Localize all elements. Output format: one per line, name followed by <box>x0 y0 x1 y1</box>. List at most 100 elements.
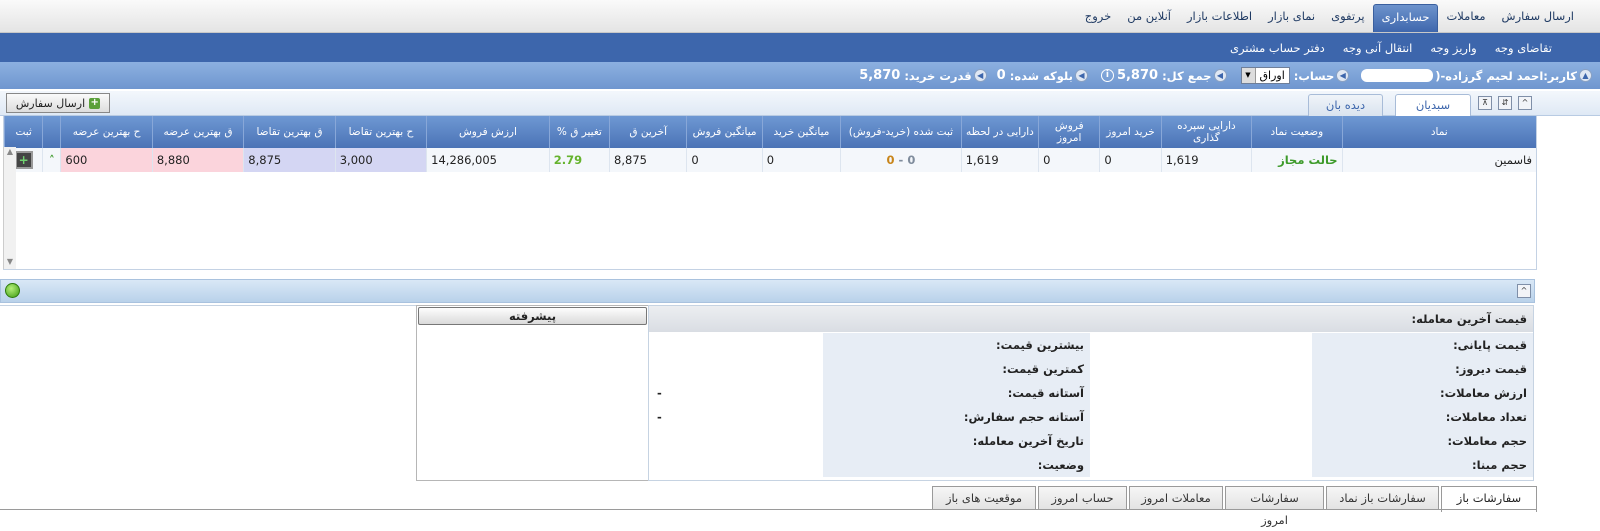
cell-sell-today: 0 <box>1038 148 1100 172</box>
table-row[interactable]: فاسمین حالت مجاز 1,619 0 0 1,619 0 - 0 0… <box>3 148 1536 172</box>
cell-buy-today: 0 <box>1099 148 1162 172</box>
menu-portfolio[interactable]: پرتفوی <box>1323 4 1373 32</box>
col-header[interactable]: خرید امروز <box>1099 116 1162 148</box>
col-header[interactable]: ق بهترین تقاضا <box>243 116 336 148</box>
account-select-value: اوراق <box>1259 69 1285 82</box>
yesterday-price-value <box>1090 357 1312 381</box>
send-order-button[interactable]: + ارسال سفارش <box>6 93 110 113</box>
menu-exit[interactable]: خروج <box>1077 4 1119 32</box>
collapse-icon[interactable]: ▲ <box>1579 69 1592 82</box>
last-trade-date-value <box>648 429 823 453</box>
cell-best-ask-price[interactable]: 8,880 <box>151 148 244 172</box>
detail-row: قیمت پایانی: بیشترین قیمت: <box>648 332 1533 357</box>
col-header[interactable]: میانگین خرید <box>761 116 841 148</box>
trade-count-label: تعداد معاملات: <box>1311 405 1533 429</box>
status-value <box>648 453 823 477</box>
col-header[interactable]: فروش امروز <box>1038 116 1100 148</box>
move-top-icon[interactable]: ⊼ <box>1478 96 1492 110</box>
col-header[interactable]: دارایی سپرده گذاری <box>1160 116 1252 148</box>
arrow-icon: ◀ <box>973 69 987 82</box>
menu-market-view[interactable]: نمای بازار <box>1260 4 1323 32</box>
tab-today-account[interactable]: حساب امروز <box>1038 486 1127 510</box>
scroll-up-icon[interactable]: ▲ <box>4 147 16 157</box>
max-price-value <box>648 333 823 357</box>
base-volume-label: حجم مبنا: <box>1311 453 1533 477</box>
empty-panel <box>0 305 416 481</box>
tab-open-positions[interactable]: موقعیت های باز <box>932 486 1036 510</box>
cell-deposit-assets: 1,619 <box>1160 148 1252 172</box>
detail-row: ارزش معاملات: آستانه قیمت: - <box>648 380 1533 405</box>
cell-best-bid-price[interactable]: 8,875 <box>243 148 336 172</box>
submenu-withdraw-request[interactable]: تقاضای وجه <box>1495 41 1552 55</box>
tab-symbol-open-orders[interactable]: سفارشات باز نماد <box>1326 486 1439 510</box>
sub-menu: تقاضای وجه واریز وجه انتقال آنی وجه دفتر… <box>0 33 1600 62</box>
user-name: احمد لحیم گرزاده-( <box>1435 68 1544 83</box>
main-menu: ارسال سفارش معاملات حسابداری پرتفوی نمای… <box>0 0 1600 33</box>
tab-basket[interactable]: سبدیان <box>1395 94 1471 117</box>
col-header[interactable]: ح بهترین تقاضا <box>334 116 427 148</box>
submenu-customer-ledger[interactable]: دفتر حساب مشتری <box>1230 41 1325 55</box>
status-label: وضعیت: <box>822 453 1090 477</box>
account-label: حساب: <box>1293 68 1335 83</box>
grid-scrollbar[interactable]: ▲ ▼ <box>3 147 16 269</box>
base-volume-value <box>1090 453 1312 477</box>
trade-volume-label: حجم معاملات: <box>1311 429 1533 453</box>
cell-change-pct: 2.79 <box>548 148 610 172</box>
min-price-label: کمترین قیمت: <box>822 357 1090 381</box>
registered-sep: - <box>898 153 904 167</box>
info-icon[interactable]: i <box>1100 69 1114 82</box>
redacted-name <box>1361 69 1434 82</box>
send-order-label: ارسال سفارش <box>15 96 86 110</box>
col-header[interactable]: آخرین ق <box>609 116 687 148</box>
plus-icon: + <box>89 96 101 109</box>
tab-watchlist[interactable]: دیده بان <box>1308 94 1383 117</box>
col-header[interactable]: ح بهترین عرضه <box>60 116 153 148</box>
col-header[interactable]: ارزش فروش <box>426 116 550 148</box>
cell-best-ask-volume[interactable]: 600 <box>60 148 153 172</box>
menu-my-online[interactable]: آنلاین من <box>1119 4 1179 32</box>
advanced-button[interactable]: پیشرفته <box>418 307 647 325</box>
cell-best-bid-volume[interactable]: 3,000 <box>334 148 427 172</box>
tab-today-orders[interactable]: سفارشات امروز <box>1225 486 1324 527</box>
user-bar: ▲ کاربر: احمد لحیم گرزاده-( ◀ حساب: اورا… <box>0 62 1600 89</box>
sort-icon[interactable]: ⇵ <box>1498 96 1512 110</box>
cell-avg-buy: 0 <box>761 148 841 172</box>
expand-chevron-icon[interactable]: ˄ <box>42 148 61 172</box>
menu-accounting[interactable]: حسابداری <box>1372 4 1439 32</box>
blocked-label: بلوکه شده: <box>1009 68 1073 83</box>
col-header[interactable]: تغییر ق % <box>548 116 610 148</box>
col-header[interactable]: ق بهترین عرضه <box>151 116 244 148</box>
collapse-up-icon[interactable]: ^ <box>1517 284 1531 298</box>
collapse-up-icon[interactable]: ^ <box>1518 96 1532 110</box>
menu-send-order[interactable]: ارسال سفارش <box>1494 4 1582 32</box>
col-header[interactable]: ثبت شده (خرید-فروش) <box>840 116 962 148</box>
trade-count-value <box>1090 405 1312 429</box>
col-header[interactable]: نماد <box>1341 116 1536 148</box>
tab-today-trades[interactable]: معاملات امروز <box>1129 486 1223 510</box>
submenu-deposit[interactable]: واریز وجه <box>1430 41 1476 55</box>
scroll-down-icon[interactable]: ▼ <box>4 257 16 267</box>
trade-volume-value <box>1090 429 1312 453</box>
arrow-icon: ◀ <box>1074 69 1088 82</box>
account-select[interactable]: اوراق ▼ <box>1240 67 1290 84</box>
col-header[interactable]: وضعیت نماد <box>1251 116 1343 148</box>
menu-market-info[interactable]: اطلاعات بازار <box>1179 4 1260 32</box>
col-header <box>42 116 61 148</box>
col-header[interactable]: میانگین فروش <box>686 116 763 148</box>
order-volume-threshold-label: آستانه حجم سفارش: <box>822 405 1090 429</box>
status-led-icon <box>5 283 20 298</box>
col-header[interactable]: دارایی در لحظه <box>960 116 1039 148</box>
col-header[interactable]: ثبت <box>3 116 43 148</box>
submenu-instant-transfer[interactable]: انتقال آنی وجه <box>1343 41 1413 55</box>
closing-price-value <box>1090 333 1312 357</box>
dropdown-arrow-icon[interactable]: ▼ <box>1241 68 1256 83</box>
add-order-icon[interactable]: + <box>14 151 33 169</box>
cell-avg-sell: 0 <box>686 148 763 172</box>
cell-symbol[interactable]: فاسمین <box>1341 148 1536 172</box>
basket-grid: نماد وضعیت نماد دارایی سپرده گذاری خرید … <box>3 116 1537 270</box>
menu-trades[interactable]: معاملات <box>1438 4 1493 32</box>
orders-tabs: سفارشات باز سفارشات باز نماد سفارشات امر… <box>0 484 1600 527</box>
blocked-value: 0 <box>996 68 1006 83</box>
last-trade-date-label: تاریخ آخرین معامله: <box>822 429 1090 453</box>
price-threshold-value: - <box>648 381 823 405</box>
